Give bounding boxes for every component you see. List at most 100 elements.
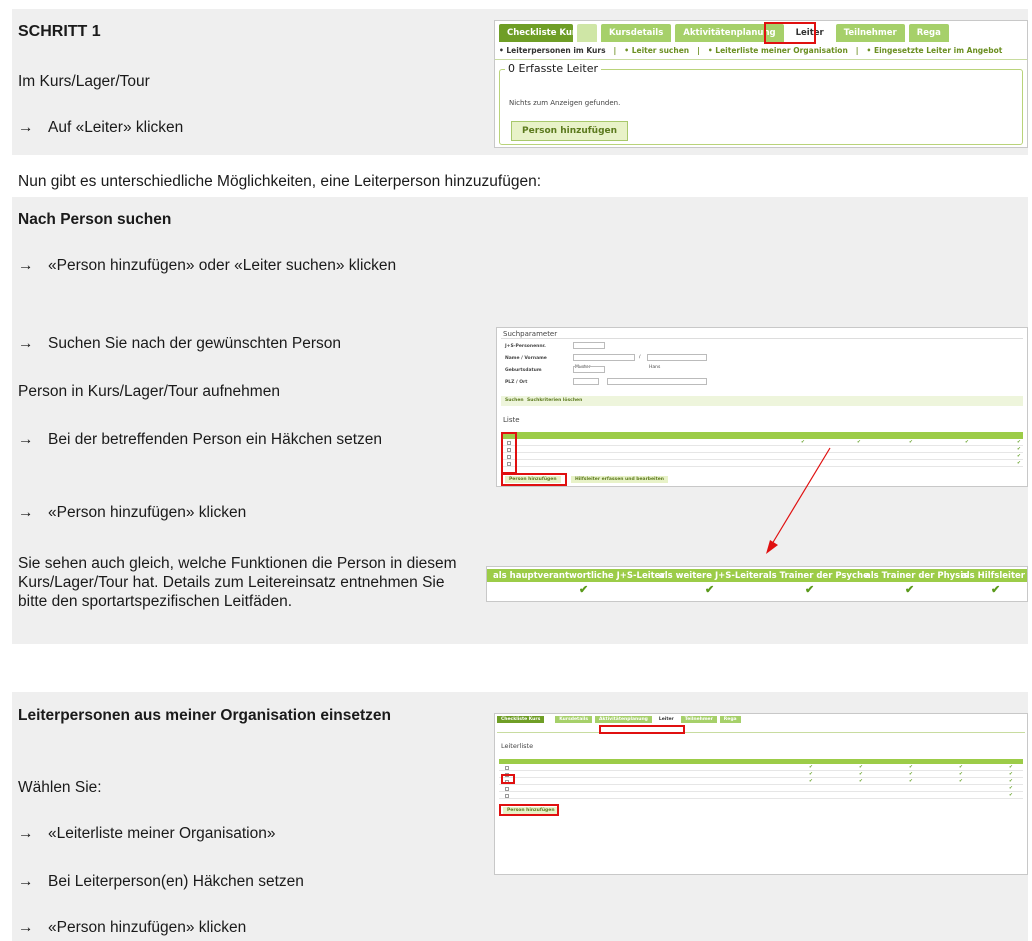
check-icon: ✔ (991, 584, 1001, 596)
screenshot-rollen: als hauptverantwortliche J+S-Leiter als … (486, 566, 1028, 602)
arrow-icon: → (18, 119, 34, 136)
name-input[interactable]: Muster (573, 354, 635, 370)
ort-input[interactable] (607, 378, 707, 385)
mini-tab-leiter[interactable]: Leiter (654, 716, 678, 723)
geburtsdatum-input[interactable] (573, 366, 605, 373)
row-checkbox[interactable] (505, 794, 509, 798)
mini-tab-teilnehmer[interactable]: Teilnehmer (680, 716, 717, 723)
subnav-eingesetzte[interactable]: • Eingesetzte Leiter im Angebot (867, 46, 1003, 55)
leiterliste-title: Leiterliste (501, 742, 534, 750)
mini-tab-bar: Checkliste Kurs Kursdetails Aktivitätenp… (495, 714, 1027, 725)
liste-title: Liste (503, 416, 520, 424)
search-bullet3-row: → Bei der betreffenden Person ein Häkche… (18, 430, 478, 450)
arrow-icon: → (18, 504, 34, 521)
table-row: ✔ ✔ ✔ ✔ ✔ (499, 772, 1023, 778)
org-bullet1: «Leiterliste meiner Organisation» (48, 825, 276, 842)
search-subhead: Person in Kurs/Lager/Tour aufnehmen (18, 383, 280, 400)
vorname-input-value: Hans (649, 365, 661, 370)
search-bullet1: «Person hinzufügen» oder «Leiter suchen»… (48, 257, 397, 274)
tab-teilnehmer[interactable]: Teilnehmer (835, 24, 905, 42)
empty-message: Nichts zum Anzeigen gefunden. (509, 99, 621, 107)
subnav-leiterliste[interactable]: • Leiterliste meiner Organisation (708, 46, 848, 55)
leiterliste-header (499, 759, 1023, 764)
highlight-add-button (499, 804, 559, 816)
highlight-add-button (501, 473, 567, 486)
org-title: Leiterpersonen aus meiner Organisation e… (18, 707, 391, 724)
check-icon: ✔ (579, 584, 589, 596)
role-header-physis: als Trainer der Physis (865, 571, 969, 581)
plz-input[interactable] (573, 378, 599, 385)
vorname-input[interactable]: Hans (647, 354, 707, 370)
highlight-leiter-tab (764, 22, 816, 44)
search-title: Nach Person suchen (18, 211, 172, 228)
role-header-hilfsleiter: als Hilfsleiter (961, 571, 1025, 581)
subnav-leiter-suchen[interactable]: • Leiter suchen (624, 46, 689, 55)
org-bullet1-row: → «Leiterliste meiner Organisation» (18, 824, 275, 844)
mini-tab-kursdetails[interactable]: Kursdetails (555, 716, 592, 723)
reset-button[interactable]: Suchkriterien löschen (527, 398, 582, 403)
table-row: ✔ (499, 793, 1023, 799)
arrow-icon: → (18, 431, 34, 448)
intro-text: Nun gibt es unterschiedliche Möglichkeit… (18, 173, 542, 190)
arrow-icon: → (18, 257, 34, 274)
search-bullet2-row: → Suchen Sie nach der gewünschten Person (18, 334, 341, 354)
search-bullet4: «Person hinzufügen» klicken (48, 504, 247, 521)
screenshot-leiterliste: Checkliste Kurs Kursdetails Aktivitätenp… (494, 713, 1028, 875)
tab-kursdetails[interactable]: Kursdetails (601, 24, 672, 42)
arrow-icon: → (18, 335, 34, 352)
tab-bar: Checkliste Kurs Kursdetails Aktivitätenp… (495, 21, 1027, 42)
tab-checkliste[interactable]: Checkliste Kurs (499, 24, 581, 42)
field-label-plz: PLZ / Ort (505, 380, 528, 385)
schritt-title: SCHRITT 1 (18, 23, 101, 40)
role-header-weitere: als weitere J+S-Leiter (659, 571, 763, 581)
schritt-line2: Auf «Leiter» klicken (48, 119, 184, 136)
arrow-icon: → (18, 825, 34, 842)
hilfsleiter-button[interactable]: Hilfsleiter erfassen und bearbeiten (571, 476, 669, 483)
org-bullet2-row: → Bei Leiterperson(en) Häkchen setzen (18, 872, 304, 892)
suchen-button[interactable]: Suchen (505, 398, 524, 403)
table-row: ✔ ✔ ✔ ✔ ✔ (499, 779, 1023, 785)
search-bullet2: Suchen Sie nach der gewünschten Person (48, 335, 341, 352)
connector-arrow (766, 447, 831, 554)
erfasste-leiter-legend: 0 Erfasste Leiter (505, 62, 601, 75)
field-label-geburtsdatum: Geburtsdatum (505, 368, 542, 373)
tab-rega[interactable]: Rega (908, 24, 949, 42)
role-header-haupt: als hauptverantwortliche J+S-Leiter (493, 571, 665, 581)
row-checkbox[interactable] (505, 766, 509, 770)
highlight-checkboxes (501, 432, 517, 474)
check-icon: ✔ (905, 584, 915, 596)
arrow-icon: → (18, 873, 34, 890)
org-bullet2: Bei Leiterperson(en) Häkchen setzen (48, 873, 304, 890)
field-label-name: Name / Vorname (505, 356, 547, 361)
org-bullet3-row: → «Person hinzufügen» klicken (18, 918, 246, 938)
table-row: ✔ ✔ ✔ ✔ ✔ (499, 765, 1023, 771)
subnav-leiterpersonen[interactable]: • Leiterpersonen im Kurs (499, 46, 606, 55)
check-icon: ✔ (705, 584, 715, 596)
search-paragraph: Sie sehen auch gleich, welche Funktionen… (18, 555, 457, 610)
highlight-checkbox (501, 774, 515, 784)
search-bullet1-row: → «Person hinzufügen» oder «Leiter suche… (18, 256, 478, 276)
org-subhead: Wählen Sie: (18, 779, 102, 796)
mini-tab-checkliste[interactable]: Checkliste Kurs (497, 716, 545, 723)
subnav: • Leiterpersonen im Kurs | • Leiter suche… (495, 42, 1027, 60)
highlight-leiterliste-link (599, 725, 685, 734)
screenshot-leiter-tab: Checkliste Kurs Kursdetails Aktivitätenp… (494, 20, 1028, 148)
field-label-nr: J+S-Personennr. (505, 344, 546, 349)
person-hinzufuegen-button[interactable]: Person hinzufügen (511, 121, 629, 141)
mini-tab-rega[interactable]: Rega (719, 716, 741, 723)
tab-spacer (577, 24, 597, 42)
table-row: ✔ (499, 786, 1023, 792)
suchparameter-legend: Suchparameter (503, 330, 558, 338)
org-bullet3: «Person hinzufügen» klicken (48, 919, 247, 936)
row-checkbox[interactable] (505, 787, 509, 791)
arrow-icon: → (18, 919, 34, 936)
check-icon: ✔ (805, 584, 815, 596)
schritt-line1: Im Kurs/Lager/Tour (18, 73, 150, 90)
search-bullet3: Bei der betreffenden Person ein Häkchen … (48, 431, 383, 448)
schritt-bullet: → Auf «Leiter» klicken (18, 118, 183, 138)
result-table-header (501, 432, 1023, 439)
mini-tab-aktivitaeten[interactable]: Aktivitätenplanung (595, 716, 652, 723)
role-header-psyche: als Trainer der Psyche (763, 571, 869, 581)
search-bullet4-row: → «Person hinzufügen» klicken (18, 503, 246, 523)
nr-input[interactable] (573, 342, 605, 349)
